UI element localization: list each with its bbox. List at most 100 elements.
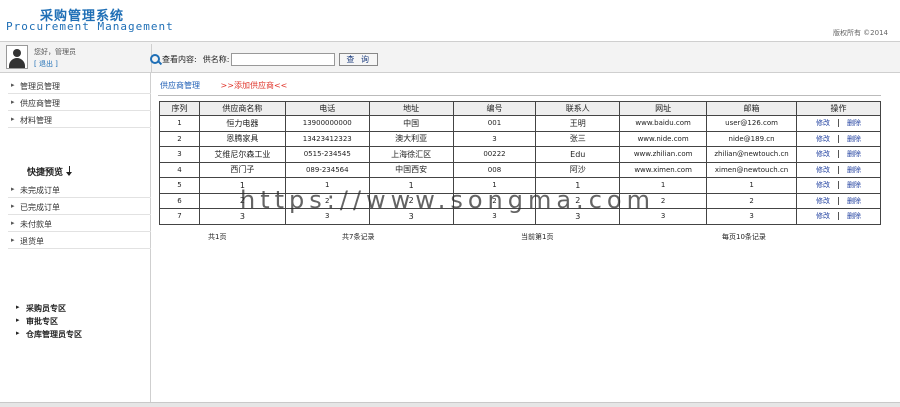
col-header: 联系人 <box>535 101 621 116</box>
delete-link[interactable]: 删除 <box>847 119 861 127</box>
table-cell: 3 <box>159 146 200 163</box>
sidebar-item-finished-orders[interactable]: 已完成订单 <box>11 202 60 213</box>
table-cell: 2 <box>159 130 200 147</box>
table-cell: www.nide.com <box>619 130 708 147</box>
delete-link[interactable]: 删除 <box>847 166 861 174</box>
col-header: 网址 <box>619 101 708 116</box>
delete-link[interactable]: 删除 <box>847 150 861 158</box>
table-cell: nide@189.cn <box>706 130 798 147</box>
table-cell: 0515-234545 <box>284 146 370 163</box>
divider <box>838 181 840 190</box>
edit-link[interactable]: 修改 <box>816 135 830 143</box>
copyright-text: 版权所有 ©2014 <box>832 29 888 37</box>
user-panel: 您好，管理员 [ 退出 ] <box>4 44 152 72</box>
tab-bar: 供应商管理 >>添加供应商<< <box>160 80 287 91</box>
table-cell: 1 <box>159 115 200 132</box>
table-actions: 修改 删除 <box>796 130 881 147</box>
delete-link[interactable]: 删除 <box>847 135 861 143</box>
sidebar-item-return-orders[interactable]: 退货单 <box>11 236 44 247</box>
table-cell: 00222 <box>452 146 537 163</box>
pager-per-page: 每页10条记录 <box>722 233 766 241</box>
table-cell: 中国西安 <box>368 161 454 178</box>
table-cell: user@126.com <box>706 115 798 132</box>
table-cell: 13423412323 <box>284 130 370 147</box>
table-cell: 089-234564 <box>284 161 370 178</box>
edit-link[interactable]: 修改 <box>816 197 830 205</box>
table-header-row: 序列 供应商名称 电话 地址 编号 联系人 网址 邮箱 操作 <box>159 101 881 116</box>
edit-link[interactable]: 修改 <box>816 166 830 174</box>
table-cell: 4 <box>159 161 200 178</box>
col-header: 邮箱 <box>706 101 798 116</box>
edit-link[interactable]: 修改 <box>816 119 830 127</box>
sidebar: 管理员管理 供应商管理 材料管理 快捷预览 未完成订单 已完成订单 未付款单 退… <box>0 73 151 407</box>
table-cell: 001 <box>452 115 537 132</box>
table-actions: 修改 删除 <box>796 208 881 225</box>
watermark-text: https://www.songma.com <box>240 186 655 214</box>
sidebar-item-admin-management[interactable]: 管理员管理 <box>11 81 60 92</box>
edit-link[interactable]: 修改 <box>816 150 830 158</box>
table-actions: 修改 删除 <box>796 115 881 132</box>
top-bar: 您好，管理员 [ 退出 ] 查看内容: 供名称: 查 询 <box>0 41 900 73</box>
col-header: 操作 <box>796 101 881 116</box>
edit-link[interactable]: 修改 <box>816 181 830 189</box>
col-header: 供应商名称 <box>198 101 286 116</box>
sidebar-item-unpaid-orders[interactable]: 未付款单 <box>11 219 52 230</box>
delete-link[interactable]: 删除 <box>847 181 861 189</box>
divider <box>838 119 840 128</box>
table-cell: 中国 <box>368 115 454 132</box>
sidebar-item-buyer-zone[interactable]: 采购员专区 <box>16 303 66 314</box>
table-cell: www.ximen.com <box>619 161 708 178</box>
table-cell: 3 <box>452 130 537 147</box>
sidebar-item-material-management[interactable]: 材料管理 <box>11 115 52 126</box>
table-cell: 恒力电器 <box>198 115 286 132</box>
table-cell: 6 <box>159 192 200 209</box>
sidebar-item-unfinished-orders[interactable]: 未完成订单 <box>11 185 60 196</box>
col-header: 序列 <box>159 101 200 116</box>
avatar <box>6 45 28 69</box>
table-cell: 13900000000 <box>284 115 370 132</box>
search-name-label: 供名称: <box>202 54 230 64</box>
table-cell: zhilian@newtouch.cn <box>706 146 798 163</box>
tab-add-supplier[interactable]: >>添加供应商<< <box>221 81 288 90</box>
search-button[interactable]: 查 询 <box>339 52 378 66</box>
table-actions: 修改 删除 <box>796 177 881 194</box>
divider <box>838 150 840 159</box>
tab-supplier-management[interactable]: 供应商管理 <box>160 81 200 90</box>
table-row: 1 恒力电器 13900000000 中国 001 王明 www.baidu.com user… <box>159 115 881 132</box>
search-input[interactable] <box>231 52 336 66</box>
table-cell: 1 <box>706 177 798 194</box>
table-cell: 恩腾家具 <box>198 130 286 147</box>
app-header: 采购管理系统 Procurement Management 版权所有 ©2014 <box>0 0 900 40</box>
sidebar-item-supplier-management[interactable]: 供应商管理 <box>11 98 60 109</box>
divider <box>838 134 840 143</box>
pager-total-records: 共7条记录 <box>342 233 375 241</box>
edit-link[interactable]: 修改 <box>816 212 830 220</box>
table-cell: 西门子 <box>198 161 286 178</box>
search-bar: 查看内容: 供名称: 查 询 <box>150 52 378 66</box>
table-cell: Edu <box>535 146 621 163</box>
logout-link[interactable]: [ 退出 ] <box>34 59 58 69</box>
table-cell: www.zhilian.com <box>619 146 708 163</box>
sidebar-item-approval-zone[interactable]: 审批专区 <box>16 316 58 327</box>
table-row: 3 艾维尼尔森工业 0515-234545 上海徐汇区 00222 Edu www.zhil… <box>159 146 881 163</box>
divider <box>838 196 840 205</box>
table-actions: 修改 删除 <box>796 192 881 209</box>
delete-link[interactable]: 删除 <box>847 212 861 220</box>
table-row: 2 恩腾家具 13423412323 澳大利亚 3 张三 www.nide.com nide@… <box>159 130 881 147</box>
search-icon <box>150 54 160 64</box>
sidebar-item-warehouse-zone[interactable]: 仓库管理员专区 <box>16 329 82 340</box>
col-header: 编号 <box>452 101 537 116</box>
table-cell: 王明 <box>535 115 621 132</box>
search-query-label: 查看内容: <box>162 54 197 64</box>
quick-preview-title: 快捷预览 <box>27 168 64 178</box>
divider <box>838 165 840 174</box>
table-cell: 艾维尼尔森工业 <box>198 146 286 163</box>
table-cell: ximen@newtouch.cn <box>706 161 798 178</box>
col-header: 电话 <box>284 101 370 116</box>
table-cell: 上海徐汇区 <box>368 146 454 163</box>
table-cell: 7 <box>159 208 200 225</box>
arrow-down-icon <box>66 166 72 176</box>
delete-link[interactable]: 删除 <box>847 197 861 205</box>
table-cell: www.baidu.com <box>619 115 708 132</box>
table-cell: 阿沙 <box>535 161 621 178</box>
